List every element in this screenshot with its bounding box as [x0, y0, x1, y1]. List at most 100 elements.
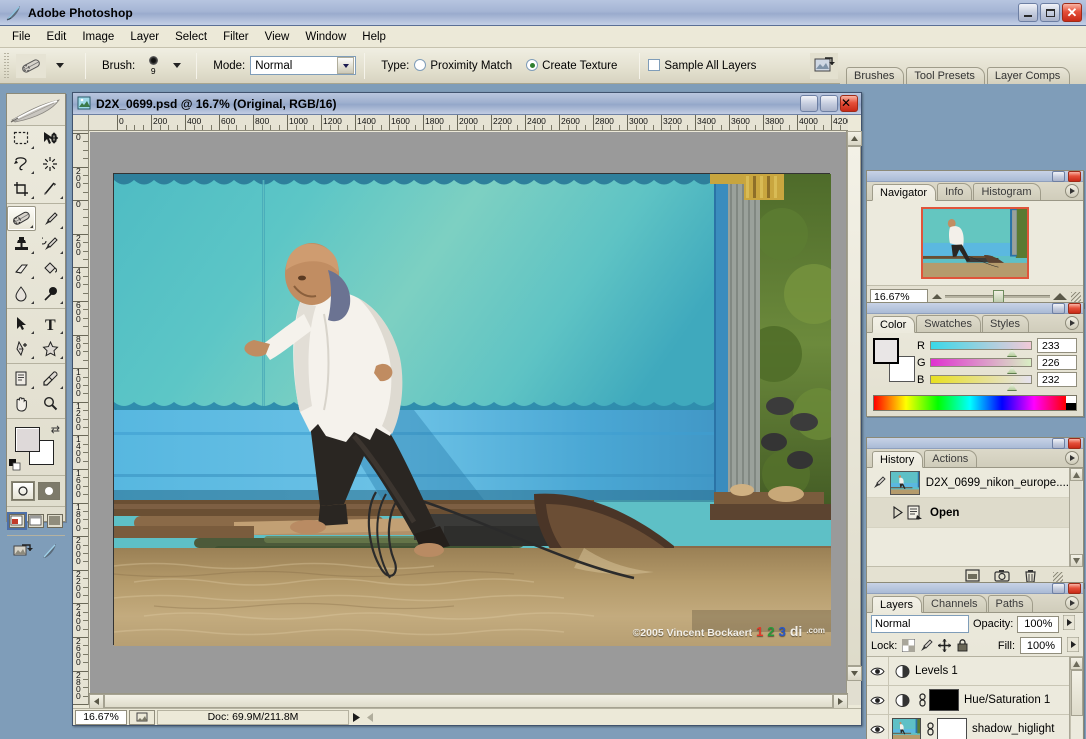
- document-minimize-button[interactable]: [800, 95, 818, 112]
- swap-colors-icon[interactable]: ⇄: [51, 423, 60, 436]
- tool-hand[interactable]: [7, 391, 36, 416]
- layers-scroll-track[interactable]: [1070, 670, 1082, 739]
- color-foreground-swatch[interactable]: [873, 338, 899, 364]
- tab-info[interactable]: Info: [937, 183, 972, 200]
- menu-filter[interactable]: Filter: [215, 29, 257, 45]
- ruler-origin-corner[interactable]: [73, 115, 89, 131]
- foreground-color-swatch[interactable]: [15, 427, 40, 452]
- tool-lasso[interactable]: [7, 151, 36, 176]
- history-palette-titlebar[interactable]: [867, 438, 1083, 449]
- navigator-minimize-button[interactable]: [1052, 171, 1065, 182]
- status-menu-button[interactable]: [349, 710, 363, 725]
- color-close-button[interactable]: [1068, 303, 1081, 314]
- layers-minimize-button[interactable]: [1052, 583, 1065, 594]
- tab-channels[interactable]: Channels: [923, 595, 986, 612]
- tool-paint-bucket[interactable]: [36, 256, 65, 281]
- lock-position-icon[interactable]: [938, 639, 951, 652]
- menu-image[interactable]: Image: [74, 29, 122, 45]
- well-tab-layer-comps[interactable]: Layer Comps: [987, 67, 1070, 84]
- status-resize-handle[interactable]: [363, 710, 377, 725]
- sample-all-layers-wrap[interactable]: Sample All Layers: [648, 59, 756, 72]
- channel-b-slider[interactable]: [930, 375, 1032, 384]
- history-scroll-up-button[interactable]: [1070, 468, 1083, 481]
- tab-color[interactable]: Color: [872, 316, 915, 333]
- history-resize-grip[interactable]: [1053, 572, 1063, 582]
- create-texture-radio[interactable]: [526, 59, 538, 71]
- close-button[interactable]: ✕: [1062, 3, 1082, 22]
- channel-b-knob[interactable]: [1007, 383, 1017, 391]
- lock-image-icon[interactable]: [920, 639, 933, 652]
- vertical-scroll-thumb[interactable]: [847, 146, 861, 666]
- channel-r-slider[interactable]: [930, 341, 1032, 350]
- navigator-slider-track[interactable]: [945, 295, 1050, 298]
- proximity-match-radio[interactable]: [414, 59, 426, 71]
- tool-notes[interactable]: [7, 366, 36, 391]
- navigator-view-box[interactable]: [921, 207, 1029, 279]
- history-state-row[interactable]: Open: [867, 498, 1069, 528]
- menu-window[interactable]: Window: [297, 29, 354, 45]
- channel-r-knob[interactable]: [1007, 349, 1017, 357]
- tool-move[interactable]: [36, 126, 65, 151]
- well-tab-tool-presets[interactable]: Tool Presets: [906, 67, 985, 84]
- canvas-area[interactable]: ©2005 Vincent Bockaert 1 2 3 di .com: [90, 132, 848, 705]
- tool-custom-shape[interactable]: [36, 336, 65, 361]
- table-row[interactable]: Hue/Saturation 1: [867, 686, 1069, 715]
- layer-visibility-toggle[interactable]: [867, 657, 889, 685]
- history-snapshot-row[interactable]: D2X_0699_nikon_europe....: [867, 468, 1069, 498]
- layers-palette-titlebar[interactable]: [867, 583, 1083, 594]
- scroll-left-button[interactable]: [89, 694, 104, 709]
- document-vertical-scrollbar[interactable]: [846, 131, 861, 705]
- well-tab-brushes[interactable]: Brushes: [846, 67, 904, 84]
- zoom-level-field[interactable]: 16.67%: [75, 710, 127, 725]
- document-close-button[interactable]: ✕: [840, 95, 858, 112]
- lock-all-icon[interactable]: [956, 639, 969, 652]
- standard-mask-mode-button[interactable]: [12, 482, 34, 500]
- tool-rectangular-marquee[interactable]: [7, 126, 36, 151]
- tool-type[interactable]: T: [36, 311, 65, 336]
- menu-edit[interactable]: Edit: [39, 29, 75, 45]
- layers-palette-menu-button[interactable]: [1065, 596, 1079, 610]
- full-screen-mode-button[interactable]: [47, 514, 63, 528]
- layers-scrollbar[interactable]: [1069, 657, 1082, 739]
- layer-mask-thumbnail[interactable]: [937, 718, 967, 739]
- document-size-info[interactable]: Doc: 69.9M/211.8M: [157, 710, 349, 725]
- menu-view[interactable]: View: [257, 29, 298, 45]
- navigator-close-button[interactable]: [1068, 171, 1081, 182]
- tool-eyedropper[interactable]: [36, 366, 65, 391]
- menu-layer[interactable]: Layer: [122, 29, 167, 45]
- tab-actions[interactable]: Actions: [924, 450, 977, 467]
- tab-history[interactable]: History: [872, 451, 923, 468]
- color-minimize-button[interactable]: [1052, 303, 1065, 314]
- tab-layers[interactable]: Layers: [872, 596, 922, 613]
- jump-to-imageready-icon[interactable]: [13, 542, 33, 563]
- menu-select[interactable]: Select: [167, 29, 215, 45]
- tool-history-brush[interactable]: [36, 231, 65, 256]
- tab-paths[interactable]: Paths: [988, 595, 1033, 612]
- menu-file[interactable]: File: [4, 29, 39, 45]
- history-source-toggle[interactable]: [869, 476, 890, 489]
- color-palette-titlebar[interactable]: [867, 303, 1083, 314]
- default-colors-icon[interactable]: [9, 459, 21, 471]
- standard-screen-mode-button[interactable]: [9, 514, 25, 528]
- table-row[interactable]: Levels 1: [867, 657, 1069, 686]
- proximity-match-radio-wrap[interactable]: Proximity Match: [414, 59, 512, 72]
- channel-b-value-field[interactable]: 232: [1037, 372, 1077, 387]
- navigator-resize-grip[interactable]: [1071, 292, 1081, 302]
- tool-crop[interactable]: [7, 176, 36, 201]
- table-row[interactable]: shadow_higlight: [867, 715, 1069, 739]
- scroll-right-button[interactable]: [833, 694, 848, 709]
- layer-thumbnail[interactable]: [892, 718, 921, 739]
- layers-scroll-thumb[interactable]: [1071, 670, 1083, 716]
- layer-mask-thumbnail[interactable]: [929, 689, 959, 711]
- layer-mask-link-icon[interactable]: [923, 722, 937, 736]
- layer-visibility-toggle[interactable]: [867, 715, 889, 739]
- tool-preset-chevron-down-icon[interactable]: [56, 63, 64, 68]
- tool-dodge[interactable]: [36, 281, 65, 306]
- color-ramp-white-black[interactable]: [1066, 396, 1076, 410]
- tab-styles[interactable]: Styles: [982, 315, 1029, 332]
- layer-blend-mode-select[interactable]: Normal: [871, 615, 969, 633]
- menu-help[interactable]: Help: [354, 29, 394, 45]
- fill-stepper-icon[interactable]: [1067, 637, 1079, 655]
- tool-preset-picker[interactable]: [14, 54, 77, 78]
- layer-mask-link-icon[interactable]: [915, 693, 929, 707]
